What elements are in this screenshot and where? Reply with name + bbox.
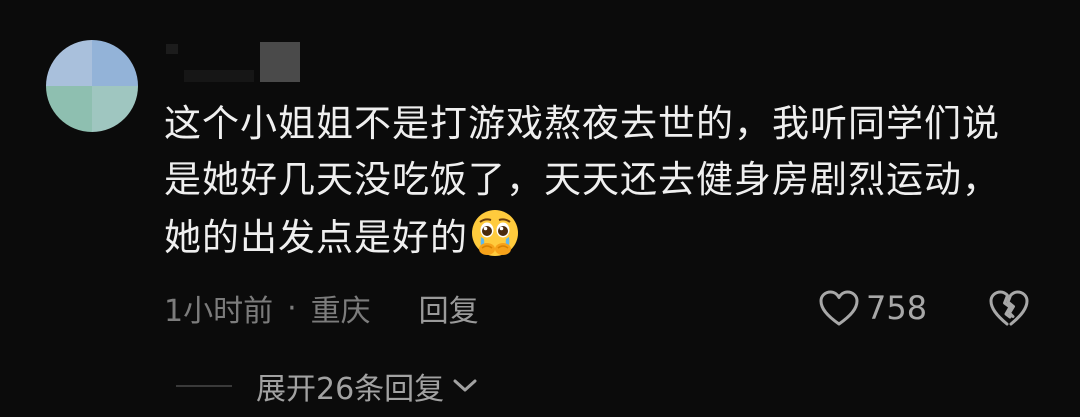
comment-text-line: 这个小姐姐不是打游戏熬夜去世的，我听同学们说 xyxy=(164,102,1000,145)
reply-button[interactable]: 回复 xyxy=(419,286,479,330)
comment-item: 这个小姐姐不是打游戏熬夜去世的，我听同学们说 是她好几天没吃饭了，天天还去健身房剧… xyxy=(0,0,1080,417)
heart-outline-icon xyxy=(819,290,859,326)
mosaic-block xyxy=(260,42,300,82)
expand-replies-label: 展开26条回复 xyxy=(256,372,445,407)
avatar-mosaic-cell xyxy=(46,86,92,132)
like-button[interactable]: 758 xyxy=(818,288,927,328)
comment-time: 1小时前 xyxy=(164,294,274,329)
expand-divider-line xyxy=(176,385,232,387)
broken-heart-icon xyxy=(989,290,1029,326)
chevron-down-icon xyxy=(453,379,477,392)
expand-replies-button[interactable]: 展开26条回复 xyxy=(176,366,478,407)
avatar-mosaic-cell xyxy=(92,40,138,86)
comment-text-line: 是她好几天没吃饭了，天天还去健身房剧烈运动， xyxy=(164,158,1000,201)
comment-text: 这个小姐姐不是打游戏熬夜去世的，我听同学们说 是她好几天没吃饭了，天天还去健身房剧… xyxy=(164,96,1044,274)
username-redacted[interactable] xyxy=(164,40,304,84)
dislike-button[interactable] xyxy=(988,289,1030,331)
comment-text-line: 她的出发点是好的 xyxy=(164,216,468,259)
avatar-mosaic-cell xyxy=(92,86,138,132)
like-count: 758 xyxy=(866,289,928,327)
mosaic-block xyxy=(184,70,254,82)
meta-separator: · xyxy=(287,290,297,326)
avatar-mosaic-cell xyxy=(46,40,92,86)
pleading-face-crying-emoji xyxy=(470,208,520,274)
avatar[interactable] xyxy=(46,40,138,132)
comment-location: 重庆 xyxy=(310,294,371,329)
mosaic-block xyxy=(166,44,178,54)
comment-meta: 1小时前 · 重庆 回复 xyxy=(164,286,479,330)
